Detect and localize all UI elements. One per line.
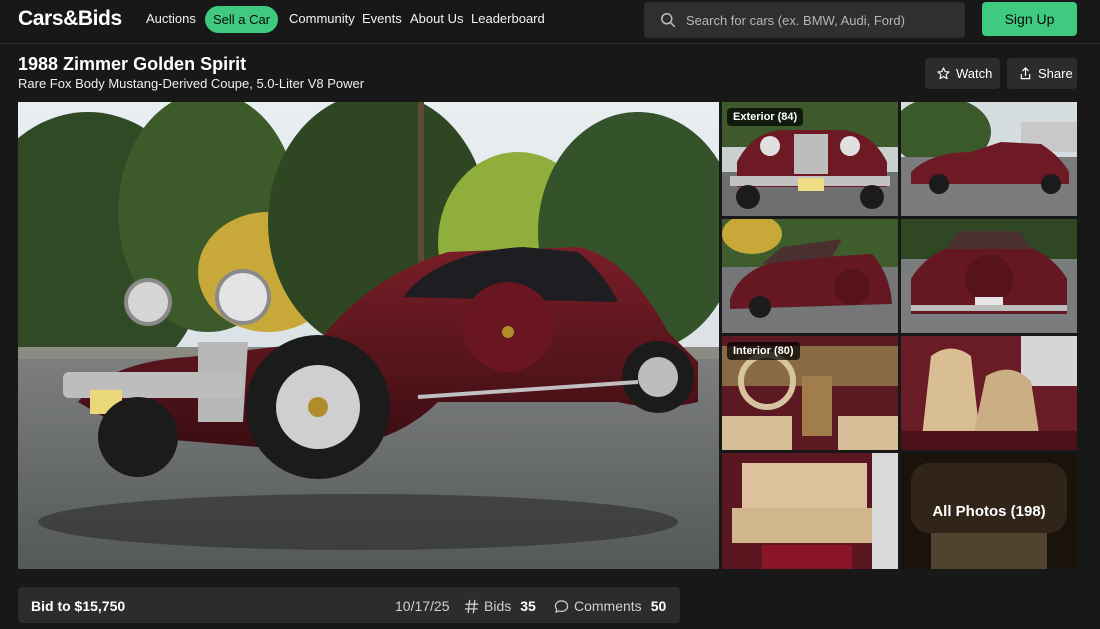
exterior-thumbnail-2[interactable]	[901, 102, 1077, 216]
star-icon	[937, 67, 950, 80]
nav-community[interactable]: Community	[289, 11, 355, 26]
rear-seat-image	[722, 453, 898, 569]
nav-about-us[interactable]: About Us	[410, 11, 463, 26]
car-side-image	[901, 102, 1077, 216]
page-subtitle: Rare Fox Body Mustang-Derived Coupe, 5.0…	[18, 76, 365, 91]
watch-button[interactable]: Watch	[925, 58, 1000, 89]
comments-stat[interactable]: Comments 50	[554, 598, 666, 614]
current-bid: Bid to $15,750	[31, 598, 126, 614]
comment-bubble-icon	[554, 599, 569, 613]
comments-count: 50	[650, 598, 667, 614]
share-icon	[1020, 67, 1031, 80]
bids-label: Bids	[484, 598, 512, 614]
all-photos-tile[interactable]: All Photos (198)	[901, 453, 1077, 569]
exterior-photo-count-badge: Exterior (84)	[727, 108, 804, 126]
interior-thumbnail-3[interactable]	[722, 453, 898, 569]
main-car-image	[18, 102, 719, 569]
share-button[interactable]: Share	[1007, 58, 1077, 89]
bids-stat[interactable]: Bids 35	[464, 598, 536, 614]
exterior-thumbnail-3[interactable]	[722, 219, 898, 333]
all-photos-label: All Photos (198)	[932, 502, 1046, 520]
bids-count: 35	[520, 598, 536, 614]
exterior-thumbnail-4[interactable]	[901, 219, 1077, 333]
search-input[interactable]	[686, 2, 956, 38]
page-title: 1988 Zimmer Golden Spirit	[18, 54, 247, 74]
bid-bar: Bid to $15,750 10/17/25 Bids 35 Comments…	[18, 587, 680, 623]
nav-events[interactable]: Events	[362, 11, 402, 26]
top-navigation: Cars&Bids Auctions Sell a Car Community …	[0, 0, 1100, 44]
sign-up-button[interactable]: Sign Up	[982, 2, 1077, 36]
watch-label: Watch	[956, 66, 993, 81]
auction-end-date: 10/17/25	[395, 598, 450, 614]
comments-label: Comments	[574, 598, 642, 614]
car-rear-image	[901, 219, 1077, 333]
interior-photo-count-badge: Interior (80)	[727, 342, 800, 360]
car-rear-quarter-image	[722, 219, 898, 333]
search-bar[interactable]	[644, 2, 965, 38]
hash-icon	[464, 599, 479, 613]
interior-thumbnail-2[interactable]	[901, 336, 1077, 450]
sell-a-car-button[interactable]: Sell a Car	[205, 6, 278, 33]
front-seats-image	[901, 336, 1077, 450]
share-label: Share	[1038, 66, 1073, 81]
nav-auctions[interactable]: Auctions	[146, 11, 196, 26]
interior-thumbnail-1[interactable]: Interior (80)	[722, 336, 898, 450]
all-photos-overlay: All Photos (198)	[901, 453, 1077, 569]
exterior-thumbnail-1[interactable]: Exterior (84)	[722, 102, 898, 216]
search-icon	[661, 13, 676, 28]
site-logo[interactable]: Cars&Bids	[18, 7, 122, 31]
nav-leaderboard[interactable]: Leaderboard	[471, 11, 545, 26]
main-photo[interactable]	[18, 102, 719, 569]
